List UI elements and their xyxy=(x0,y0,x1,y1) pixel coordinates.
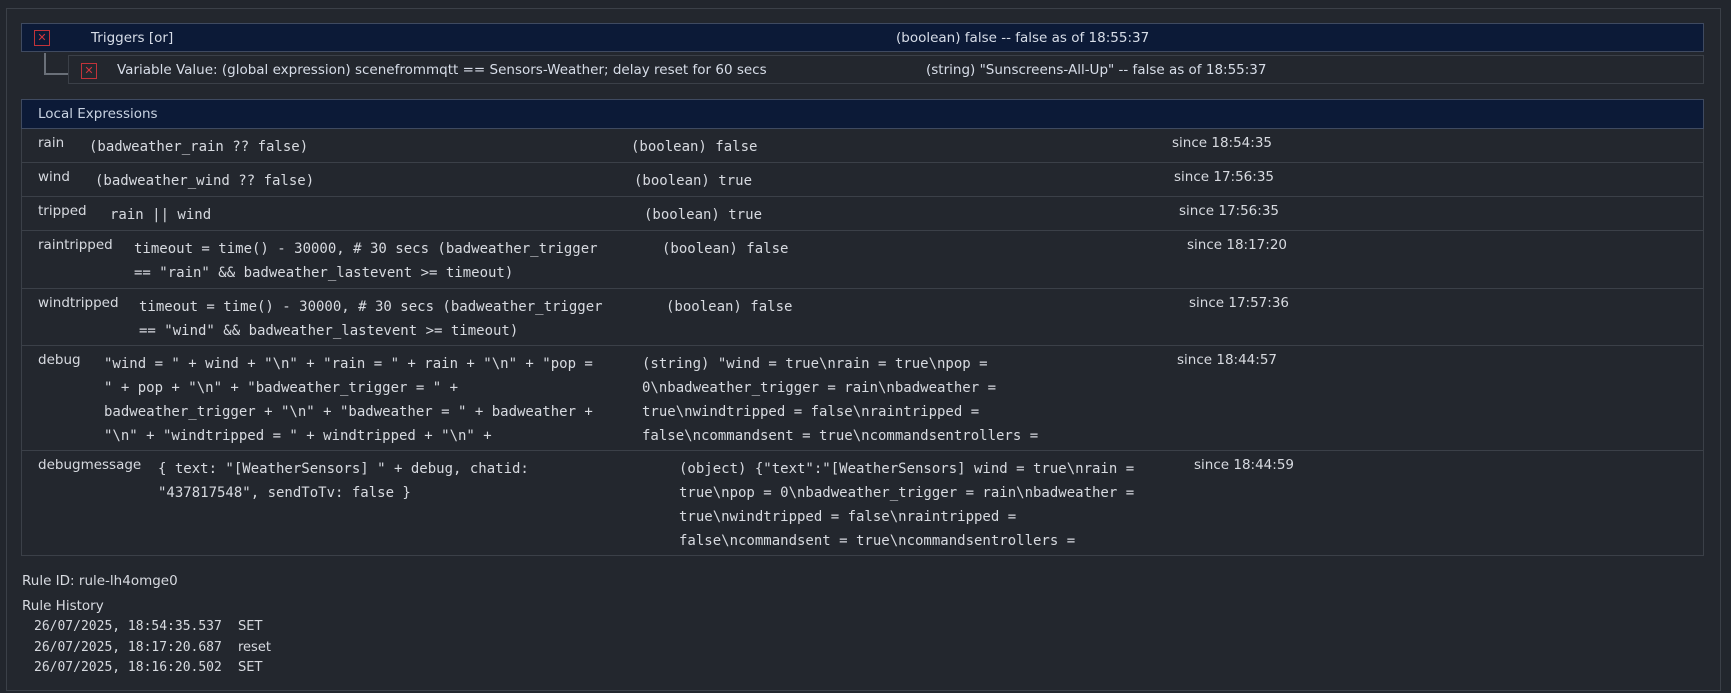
rule-status-panel: ✕ Triggers [or] (boolean) false -- false… xyxy=(6,8,1721,691)
expression-value: (boolean) true xyxy=(644,207,763,223)
expression-formula: (badweather_rain ?? false) xyxy=(89,139,309,155)
trigger-condition-value: (string) "Sunscreens-All-Up" -- false as… xyxy=(926,62,1267,78)
expression-formula: (badweather_wind ?? false) xyxy=(95,173,315,189)
local-expressions-table: rain (badweather_rain ?? false) (boolean… xyxy=(21,129,1704,556)
expression-value: (boolean) false xyxy=(662,241,789,257)
history-event: SET xyxy=(238,660,263,675)
tree-connector xyxy=(44,53,68,75)
local-expressions-title: Local Expressions xyxy=(38,106,158,122)
history-entry: 26/07/2025, 18:54:35.537 SET xyxy=(34,619,262,634)
expression-formula: timeout = time() - 30000, # 30 secs (bad… xyxy=(134,241,598,281)
expression-value: (boolean) false xyxy=(666,299,793,315)
expression-value: (object) {"text":"[WeatherSensors] wind … xyxy=(679,461,1135,549)
expression-since: since 18:44:57 xyxy=(1177,352,1277,368)
history-timestamp: 26/07/2025, 18:54:35.537 xyxy=(34,619,222,634)
expression-row-debugmessage: debugmessage { text: "[WeatherSensors] "… xyxy=(22,451,1703,555)
triggers-row[interactable]: ✕ Triggers [or] (boolean) false -- false… xyxy=(21,23,1704,52)
expression-name: debugmessage xyxy=(38,457,142,473)
history-timestamp: 26/07/2025, 18:16:20.502 xyxy=(34,660,222,675)
expression-formula: timeout = time() - 30000, # 30 secs (bad… xyxy=(139,299,603,339)
expression-row-tripped: tripped rain || wind (boolean) true sinc… xyxy=(22,197,1703,231)
expression-name: debug xyxy=(38,352,81,368)
trigger-condition-label: Variable Value: (global expression) scen… xyxy=(117,62,767,78)
expression-formula: "wind = " + wind + "\n" + "rain = " + ra… xyxy=(104,356,593,444)
expression-formula: { text: "[WeatherSensors] " + debug, cha… xyxy=(158,461,529,501)
expression-value: (string) "wind = true\nrain = true\npop … xyxy=(642,356,1039,444)
history-timestamp: 26/07/2025, 18:17:20.687 xyxy=(34,640,222,655)
history-event: SET xyxy=(238,619,263,634)
expression-value: (boolean) false xyxy=(631,139,758,155)
trigger-condition-row[interactable]: ✕ Variable Value: (global expression) sc… xyxy=(68,55,1704,84)
expression-since: since 17:56:35 xyxy=(1179,203,1279,219)
false-status-icon: ✕ xyxy=(34,30,50,46)
expression-row-rain: rain (badweather_rain ?? false) (boolean… xyxy=(22,129,1703,163)
expression-since: since 18:54:35 xyxy=(1172,135,1272,151)
false-status-icon: ✕ xyxy=(81,63,97,79)
triggers-title: Triggers [or] xyxy=(91,30,174,46)
expression-row-windtripped: windtripped timeout = time() - 30000, # … xyxy=(22,289,1703,346)
rule-id: Rule ID: rule-lh4omge0 xyxy=(22,573,178,589)
expression-name: rain xyxy=(38,135,65,151)
history-event: reset xyxy=(238,640,271,655)
expression-row-wind: wind (badweather_wind ?? false) (boolean… xyxy=(22,163,1703,197)
expression-name: windtripped xyxy=(38,295,119,311)
expression-row-debug: debug "wind = " + wind + "\n" + "rain = … xyxy=(22,346,1703,451)
expression-value: (boolean) true xyxy=(634,173,753,189)
expression-formula: rain || wind xyxy=(110,207,212,223)
expression-name: wind xyxy=(38,169,70,185)
expression-name: raintripped xyxy=(38,237,113,253)
expression-name: tripped xyxy=(38,203,87,219)
expression-since: since 18:44:59 xyxy=(1194,457,1294,473)
expression-row-raintripped: raintripped timeout = time() - 30000, # … xyxy=(22,231,1703,289)
expression-since: since 17:57:36 xyxy=(1189,295,1289,311)
history-entry: 26/07/2025, 18:16:20.502 SET xyxy=(34,660,262,675)
local-expressions-header: Local Expressions xyxy=(21,99,1704,129)
expression-since: since 17:56:35 xyxy=(1174,169,1274,185)
history-entry: 26/07/2025, 18:17:20.687 reset xyxy=(34,640,271,655)
rule-history-title: Rule History xyxy=(22,598,104,614)
expression-since: since 18:17:20 xyxy=(1187,237,1287,253)
triggers-value: (boolean) false -- false as of 18:55:37 xyxy=(896,30,1150,46)
